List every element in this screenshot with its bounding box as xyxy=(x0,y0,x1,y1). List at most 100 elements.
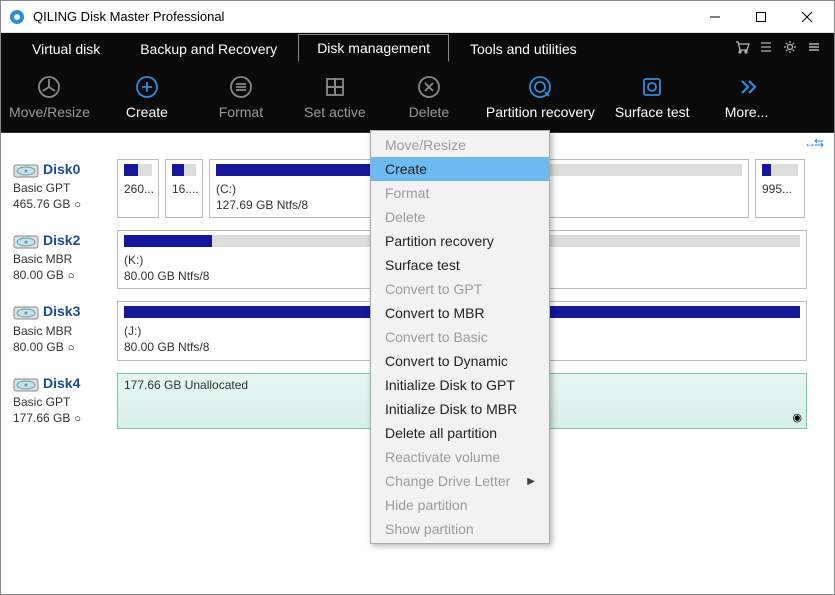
context-menu: Move/Resize Create Format Delete Partition r… xyxy=(370,130,550,544)
window-title: QILING Disk Master Professional xyxy=(33,9,692,24)
toolbar-set-active[interactable]: Set active xyxy=(298,74,372,120)
ctx-delete-all-partition[interactable]: Delete all partition xyxy=(371,421,549,445)
ctx-delete: Delete xyxy=(371,205,549,229)
ctx-convert-to-mbr[interactable]: Convert to MBR xyxy=(371,301,549,325)
disk-type: Basic GPT xyxy=(13,181,111,195)
tab-virtual-disk[interactable]: Virtual disk xyxy=(13,34,119,62)
toolbar-label: Partition recovery xyxy=(486,104,595,120)
ctx-convert-to-gpt: Convert to GPT xyxy=(371,277,549,301)
tab-disk-management[interactable]: Disk management xyxy=(298,34,449,62)
disk-info[interactable]: Disk2 Basic MBR 80.00 GB ○ xyxy=(11,230,111,289)
ctx-label: Initialize Disk to GPT xyxy=(385,377,515,393)
ctx-change-drive-letter: Change Drive Letter ▶ xyxy=(371,469,549,493)
ctx-create[interactable]: Create xyxy=(371,157,549,181)
ctx-label: Show partition xyxy=(385,521,474,537)
titlebar: QILING Disk Master Professional xyxy=(1,1,834,33)
disk-name: Disk0 xyxy=(43,161,80,177)
disk-size: 80.00 GB xyxy=(13,340,64,354)
ctx-initialize-disk-to-mbr[interactable]: Initialize Disk to MBR xyxy=(371,397,549,421)
ctx-label: Convert to Dynamic xyxy=(385,353,508,369)
ctx-label: Format xyxy=(385,185,429,201)
ctx-label: Initialize Disk to MBR xyxy=(385,401,517,417)
tabbar: Virtual disk Backup and Recovery Disk ma… xyxy=(1,33,834,61)
refresh-arrows-icon[interactable]: ↔⇆ xyxy=(804,136,822,150)
ctx-hide-partition: Hide partition xyxy=(371,493,549,517)
toolbar-partition-recovery[interactable]: Partition recovery xyxy=(486,74,595,120)
ctx-label: Move/Resize xyxy=(385,137,466,153)
ctx-label: Surface test xyxy=(385,257,460,273)
toolbar-icon xyxy=(322,74,348,100)
disk-radio[interactable]: ○ xyxy=(74,199,81,211)
disk-drive-icon xyxy=(13,232,39,250)
ctx-convert-to-basic: Convert to Basic xyxy=(371,325,549,349)
maximize-button[interactable] xyxy=(738,1,784,33)
toolbar-icon xyxy=(134,74,160,100)
toolbar-label: More... xyxy=(725,104,769,120)
ctx-partition-recovery[interactable]: Partition recovery xyxy=(371,229,549,253)
disk-drive-icon xyxy=(13,161,39,179)
disk-radio[interactable]: ○ xyxy=(68,270,75,282)
toolbar-create[interactable]: Create xyxy=(110,74,184,120)
toolbar-more-[interactable]: More... xyxy=(710,74,784,120)
disk-drive-icon xyxy=(13,375,39,393)
toolbar-icon xyxy=(527,74,553,100)
close-button[interactable] xyxy=(784,1,830,33)
ctx-label: Reactivate volume xyxy=(385,449,500,465)
partition-usage-bar xyxy=(172,164,196,176)
gear-icon[interactable] xyxy=(778,33,802,61)
partition-radio[interactable]: ◉ xyxy=(792,411,802,424)
disk-size: 465.76 GB xyxy=(13,197,70,211)
cart-icon[interactable] xyxy=(730,33,754,61)
partition-usage-bar xyxy=(124,164,152,176)
menu-icon[interactable] xyxy=(802,33,826,61)
disk-type: Basic MBR xyxy=(13,324,111,338)
partition[interactable]: 260... xyxy=(117,159,159,218)
toolbar-format[interactable]: Format xyxy=(204,74,278,120)
disk-info[interactable]: Disk4Basic GPT177.66 GB○ xyxy=(11,373,111,429)
disk-name: Disk4 xyxy=(43,375,80,391)
toolbar-label: Delete xyxy=(409,104,449,120)
ctx-convert-to-dynamic[interactable]: Convert to Dynamic xyxy=(371,349,549,373)
toolbar-icon xyxy=(36,74,62,100)
disk-drive-icon xyxy=(13,303,39,321)
ctx-label: Convert to GPT xyxy=(385,281,482,297)
partition[interactable]: 995... xyxy=(755,159,805,218)
ctx-label: Delete xyxy=(385,209,425,225)
ctx-label: Change Drive Letter xyxy=(385,473,510,489)
ctx-format: Format xyxy=(371,181,549,205)
partition[interactable]: 16.... xyxy=(165,159,203,218)
tab-backup-recovery[interactable]: Backup and Recovery xyxy=(121,34,296,62)
disk-info[interactable]: Disk3Basic MBR80.00 GB○ xyxy=(11,301,111,360)
minimize-button[interactable] xyxy=(692,1,738,33)
disk-radio[interactable]: ○ xyxy=(74,413,81,425)
toolbar-surface-test[interactable]: Surface test xyxy=(615,74,690,120)
disk-name: Disk2 xyxy=(43,232,80,248)
toolbar-icon xyxy=(734,74,760,100)
toolbar-icon xyxy=(416,74,442,100)
ctx-label: Convert to MBR xyxy=(385,305,485,321)
disk-radio[interactable]: ○ xyxy=(68,342,75,354)
toolbar-label: Format xyxy=(219,104,263,120)
toolbar-move-resize[interactable]: Move/Resize xyxy=(9,74,90,120)
partition-usage-bar xyxy=(762,164,798,176)
partition-label: 260... xyxy=(124,182,152,198)
ctx-show-partition: Show partition xyxy=(371,517,549,541)
ctx-label: Hide partition xyxy=(385,497,468,513)
ctx-surface-test[interactable]: Surface test xyxy=(371,253,549,277)
disk-size: 177.66 GB xyxy=(13,411,70,425)
toolbar-label: Move/Resize xyxy=(9,104,90,120)
ctx-initialize-disk-to-gpt[interactable]: Initialize Disk to GPT xyxy=(371,373,549,397)
app-icon xyxy=(9,9,25,25)
toolbar-label: Set active xyxy=(304,104,365,120)
partition-label: 995... xyxy=(762,182,798,198)
list-icon[interactable] xyxy=(754,33,778,61)
disk-info[interactable]: Disk0 Basic GPT 465.76 GB ○ xyxy=(11,159,111,218)
toolbar-delete[interactable]: Delete xyxy=(392,74,466,120)
submenu-arrow-icon: ▶ xyxy=(527,476,535,487)
ctx-label: Convert to Basic xyxy=(385,329,488,345)
disk-size: 80.00 GB xyxy=(13,268,64,282)
toolbar-icon xyxy=(639,74,665,100)
disk-type: Basic MBR xyxy=(13,252,111,266)
tab-tools-utilities[interactable]: Tools and utilities xyxy=(451,34,596,62)
toolbar: Move/Resize Create Format Set active Delete P… xyxy=(1,61,834,133)
